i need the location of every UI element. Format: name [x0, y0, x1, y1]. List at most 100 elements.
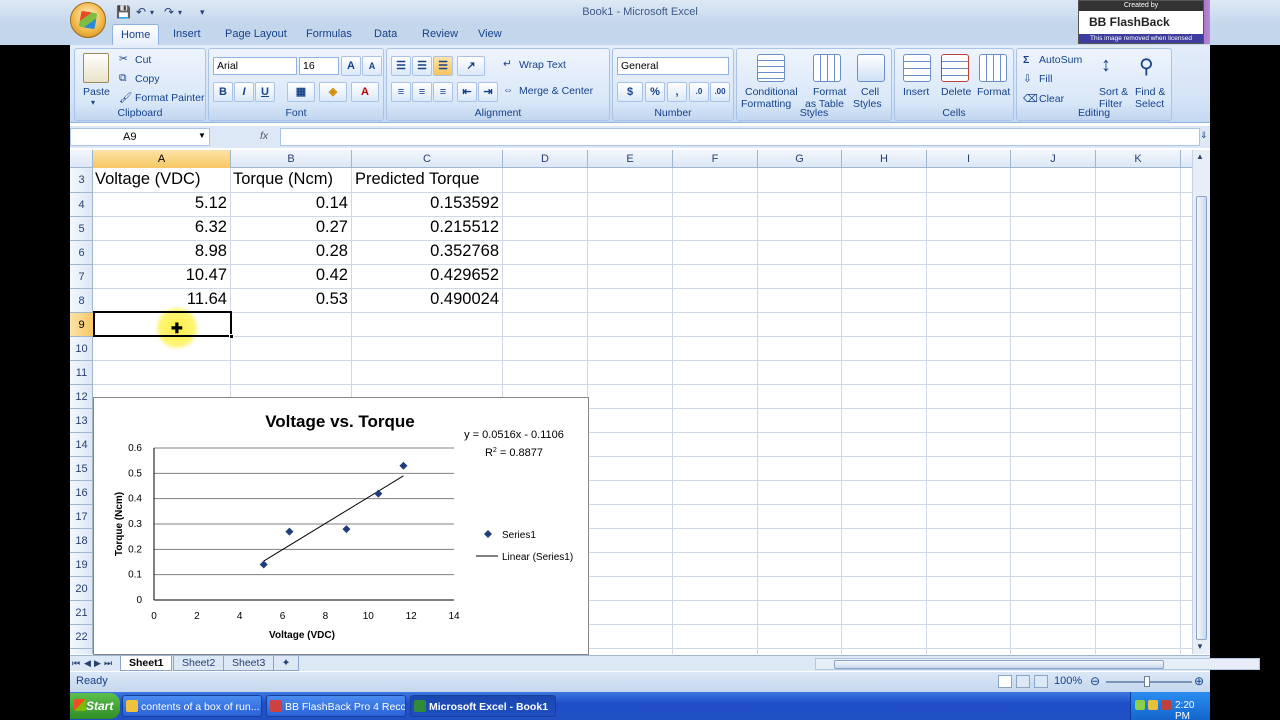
wrap-text-button[interactable]: Wrap Text	[519, 59, 566, 71]
row-header-15[interactable]: 15	[70, 457, 93, 481]
sort-filter-button[interactable]: Sort &	[1099, 86, 1128, 98]
chart-title[interactable]: Voltage vs. Torque	[265, 412, 415, 431]
tab-page-layout[interactable]: Page Layout	[217, 24, 295, 45]
delete-cells-icon[interactable]	[941, 54, 969, 82]
paste-dropdown-icon[interactable]: ▾	[91, 98, 95, 107]
row-header-16[interactable]: 16	[70, 481, 93, 505]
cell-b5[interactable]: 0.27	[231, 218, 348, 237]
vertical-scroll-thumb[interactable]	[1196, 196, 1207, 640]
comma-button[interactable]: ,	[667, 82, 687, 102]
prev-sheet-icon[interactable]: ◀	[84, 658, 91, 669]
row-header-21[interactable]: 21	[70, 601, 93, 625]
cell-c7[interactable]: 0.429652	[352, 266, 499, 285]
column-header-j[interactable]: J	[1011, 150, 1096, 168]
clear-button[interactable]: Clear	[1039, 93, 1064, 105]
chart-point[interactable]	[285, 527, 294, 536]
fill-handle[interactable]	[229, 334, 234, 339]
name-box-dropdown-icon[interactable]: ▼	[198, 131, 206, 140]
cell-c3[interactable]: Predicted Torque	[355, 170, 479, 189]
cell-styles-icon[interactable]	[857, 54, 885, 82]
column-header-g[interactable]: G	[758, 150, 842, 168]
expand-formula-bar-icon[interactable]: ⇓	[1200, 130, 1208, 141]
cell-c8[interactable]: 0.490024	[352, 290, 499, 309]
autosum-button[interactable]: AutoSum	[1039, 54, 1082, 66]
insert-function-button[interactable]: fx	[260, 130, 268, 142]
column-header-d[interactable]: D	[503, 150, 588, 168]
row-header-9[interactable]: 9	[70, 313, 93, 337]
row-header-6[interactable]: 6	[70, 241, 93, 265]
taskbar-item-flashback[interactable]: BB FlashBack Pro 4 Reco...	[266, 695, 406, 717]
name-box[interactable]: A9	[70, 128, 210, 146]
cell-b6[interactable]: 0.28	[231, 242, 348, 261]
column-header-a[interactable]: A	[93, 150, 231, 168]
redo-icon[interactable]: ↷	[164, 5, 174, 19]
cell-b8[interactable]: 0.53	[231, 290, 348, 309]
cell-a8[interactable]: 11.64	[93, 290, 227, 309]
font-name-dropdown[interactable]: Arial	[213, 57, 297, 75]
chart-point[interactable]	[259, 560, 268, 569]
increase-decimal-icon[interactable]: .0	[689, 82, 709, 102]
tray-icon-3[interactable]	[1161, 700, 1171, 710]
column-header-f[interactable]: F	[673, 150, 758, 168]
redo-dropdown-icon[interactable]: ▾	[178, 8, 182, 22]
horizontal-scroll-thumb[interactable]	[834, 660, 1164, 669]
formula-input[interactable]	[280, 128, 1200, 146]
cell-c5[interactable]: 0.215512	[352, 218, 499, 237]
copy-button[interactable]: Copy	[135, 73, 160, 85]
tab-data[interactable]: Data	[366, 24, 405, 45]
cell-styles-button[interactable]: Cell	[861, 86, 879, 98]
chart-point[interactable]	[342, 525, 351, 534]
conditional-formatting-icon[interactable]	[757, 54, 785, 82]
tab-formulas[interactable]: Formulas	[298, 24, 360, 45]
selected-cell-a9[interactable]	[93, 311, 234, 339]
sheet-tab-sheet2[interactable]: Sheet2	[173, 656, 225, 671]
fill-button[interactable]: Fill	[1039, 73, 1052, 85]
zoom-slider-thumb[interactable]	[1144, 676, 1150, 687]
row-header-4[interactable]: 4	[70, 193, 93, 217]
percent-button[interactable]: %	[645, 82, 665, 102]
row-header-14[interactable]: 14	[70, 433, 93, 457]
row-header-20[interactable]: 20	[70, 577, 93, 601]
fill-color-icon[interactable]: ◈	[319, 82, 347, 102]
first-sheet-icon[interactable]: ⏮	[72, 658, 80, 669]
align-center-icon[interactable]: ≡	[412, 82, 432, 102]
format-cells-button[interactable]: Format	[977, 86, 1010, 98]
bold-button[interactable]: B	[213, 82, 233, 102]
next-sheet-icon[interactable]: ▶	[94, 658, 101, 669]
scroll-down-icon[interactable]: ▼	[1196, 642, 1204, 651]
format-painter-button[interactable]: Format Painter	[135, 92, 204, 104]
row-header-19[interactable]: 19	[70, 553, 93, 577]
merge-center-button[interactable]: Merge & Center	[519, 85, 593, 97]
page-break-view-icon[interactable]	[1034, 675, 1048, 688]
cell-a5[interactable]: 6.32	[93, 218, 227, 237]
cell-a3[interactable]: Voltage (VDC)	[95, 170, 200, 189]
legend-linear-label[interactable]: Linear (Series1)	[502, 552, 573, 563]
column-header-k[interactable]: K	[1096, 150, 1181, 168]
tab-insert[interactable]: Insert	[165, 24, 209, 45]
tab-review[interactable]: Review	[414, 24, 466, 45]
find-select-icon[interactable]: ⚲	[1139, 54, 1154, 79]
row-header-22[interactable]: 22	[70, 625, 93, 649]
row-header-11[interactable]: 11	[70, 361, 93, 385]
row-header-8[interactable]: 8	[70, 289, 93, 313]
page-layout-view-icon[interactable]	[1016, 675, 1030, 688]
tab-home[interactable]: Home	[112, 24, 160, 45]
zoom-in-icon[interactable]: ⊕	[1194, 674, 1204, 688]
paste-button[interactable]: Paste	[83, 86, 110, 98]
insert-cells-icon[interactable]	[903, 54, 931, 82]
cell-a6[interactable]: 8.98	[93, 242, 227, 261]
trendline-r-squared[interactable]: R2 = 0.8877	[485, 447, 543, 459]
tray-icon-1[interactable]	[1135, 700, 1145, 710]
format-as-table-icon[interactable]	[813, 54, 841, 82]
font-color-icon[interactable]: A	[351, 82, 379, 102]
cell-b7[interactable]: 0.42	[231, 266, 348, 285]
chart-y-axis-label[interactable]: Torque (Ncm)	[114, 492, 125, 556]
customize-qat-icon[interactable]: ▾	[200, 7, 205, 21]
delete-cells-button[interactable]: Delete	[941, 86, 971, 98]
font-size-dropdown[interactable]: 16	[299, 57, 339, 75]
tray-icon-2[interactable]	[1148, 700, 1158, 710]
align-bottom-icon[interactable]: ☰	[433, 56, 453, 76]
undo-icon[interactable]: ↶	[136, 5, 146, 19]
insert-cells-button[interactable]: Insert	[903, 86, 929, 98]
orientation-icon[interactable]: ↗	[457, 56, 485, 76]
